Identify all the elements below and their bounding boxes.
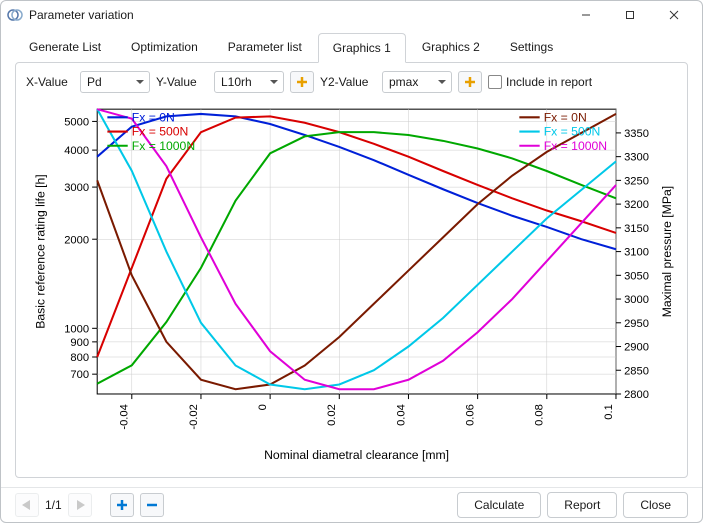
tab-pane-graphics-1: X-Value Pd Y-Value L10rh Y2-Value pmax I… bbox=[15, 62, 688, 478]
svg-text:700: 700 bbox=[70, 369, 89, 381]
tab-optimization[interactable]: Optimization bbox=[117, 33, 212, 63]
svg-text:Basic reference rating life [h: Basic reference rating life [h] bbox=[33, 174, 47, 328]
svg-text:0.08: 0.08 bbox=[534, 404, 546, 426]
axis-controls-row: X-Value Pd Y-Value L10rh Y2-Value pmax I… bbox=[26, 71, 677, 93]
window-close-button[interactable] bbox=[652, 1, 696, 29]
svg-text:2000: 2000 bbox=[64, 234, 89, 246]
window-maximize-button[interactable] bbox=[608, 1, 652, 29]
svg-text:2850: 2850 bbox=[624, 365, 649, 377]
svg-text:3200: 3200 bbox=[624, 199, 649, 211]
add-y-button[interactable] bbox=[290, 71, 314, 93]
svg-text:Fx = 0N: Fx = 0N bbox=[132, 110, 175, 124]
svg-text:Fx = 1000N: Fx = 1000N bbox=[544, 139, 607, 153]
svg-text:3100: 3100 bbox=[624, 247, 649, 259]
svg-text:Fx = 500N: Fx = 500N bbox=[544, 125, 601, 139]
tab-parameter-list[interactable]: Parameter list bbox=[214, 33, 316, 63]
add-y2-button[interactable] bbox=[458, 71, 482, 93]
tab-strip: Generate List Optimization Parameter lis… bbox=[1, 29, 702, 63]
tab-graphics-1[interactable]: Graphics 1 bbox=[318, 33, 406, 63]
svg-text:2900: 2900 bbox=[624, 342, 649, 354]
svg-text:0: 0 bbox=[257, 404, 269, 410]
svg-text:Nominal diametral clearance [m: Nominal diametral clearance [mm] bbox=[264, 448, 449, 462]
svg-text:0.06: 0.06 bbox=[465, 404, 477, 426]
svg-text:0.1: 0.1 bbox=[603, 404, 615, 420]
svg-text:3150: 3150 bbox=[624, 223, 649, 235]
svg-text:0.04: 0.04 bbox=[395, 404, 407, 426]
tab-graphics-2[interactable]: Graphics 2 bbox=[408, 33, 494, 63]
y-value-select[interactable]: L10rh bbox=[214, 71, 284, 93]
svg-text:Fx = 0N: Fx = 0N bbox=[544, 110, 587, 124]
remove-page-button[interactable] bbox=[140, 493, 164, 517]
y2-value-select[interactable]: pmax bbox=[382, 71, 452, 93]
svg-text:Maximal pressure [MPa]: Maximal pressure [MPa] bbox=[660, 186, 674, 317]
svg-text:4000: 4000 bbox=[64, 145, 89, 157]
svg-text:2800: 2800 bbox=[624, 389, 649, 401]
calculate-button[interactable]: Calculate bbox=[457, 492, 541, 518]
svg-text:Fx = 500N: Fx = 500N bbox=[132, 125, 189, 139]
window-title: Parameter variation bbox=[29, 8, 134, 22]
svg-text:800: 800 bbox=[70, 352, 89, 364]
app-icon bbox=[7, 7, 23, 23]
svg-text:3300: 3300 bbox=[624, 152, 649, 164]
include-in-report-checkbox[interactable]: Include in report bbox=[488, 75, 592, 89]
svg-text:0.02: 0.02 bbox=[326, 404, 338, 426]
close-button[interactable]: Close bbox=[623, 492, 688, 518]
footer-bar: 1/1 Calculate Report Close bbox=[1, 487, 702, 522]
svg-text:1000: 1000 bbox=[64, 323, 89, 335]
report-button[interactable]: Report bbox=[547, 492, 617, 518]
svg-text:Fx = 1000N: Fx = 1000N bbox=[132, 139, 195, 153]
svg-text:3000: 3000 bbox=[624, 294, 649, 306]
svg-text:-0.04: -0.04 bbox=[119, 404, 131, 429]
svg-text:900: 900 bbox=[70, 337, 89, 349]
svg-text:3350: 3350 bbox=[624, 128, 649, 140]
x-value-label: X-Value bbox=[26, 75, 74, 89]
y2-value-label: Y2-Value bbox=[320, 75, 376, 89]
svg-text:5000: 5000 bbox=[64, 116, 89, 128]
chart-area: -0.04 -0.02 0 0.02 0.04 0.06 0.08 0.1 700 800 900 1… bbox=[26, 99, 677, 465]
window-titlebar: Parameter variation bbox=[1, 1, 702, 29]
svg-text:3050: 3050 bbox=[624, 270, 649, 282]
page-next-button[interactable] bbox=[68, 493, 92, 517]
svg-text:3250: 3250 bbox=[624, 175, 649, 187]
svg-text:2950: 2950 bbox=[624, 318, 649, 330]
y-value-label: Y-Value bbox=[156, 75, 208, 89]
tab-generate-list[interactable]: Generate List bbox=[15, 33, 115, 63]
tab-settings[interactable]: Settings bbox=[496, 33, 567, 63]
add-page-button[interactable] bbox=[110, 493, 134, 517]
include-in-report-label: Include in report bbox=[506, 75, 592, 89]
page-indicator: 1/1 bbox=[45, 498, 62, 512]
svg-text:-0.02: -0.02 bbox=[188, 404, 200, 429]
chart-svg: -0.04 -0.02 0 0.02 0.04 0.06 0.08 0.1 700 800 900 1… bbox=[26, 99, 677, 465]
page-prev-button[interactable] bbox=[15, 493, 39, 517]
x-value-select[interactable]: Pd bbox=[80, 71, 150, 93]
svg-text:3000: 3000 bbox=[64, 182, 89, 194]
window-minimize-button[interactable] bbox=[564, 1, 608, 29]
